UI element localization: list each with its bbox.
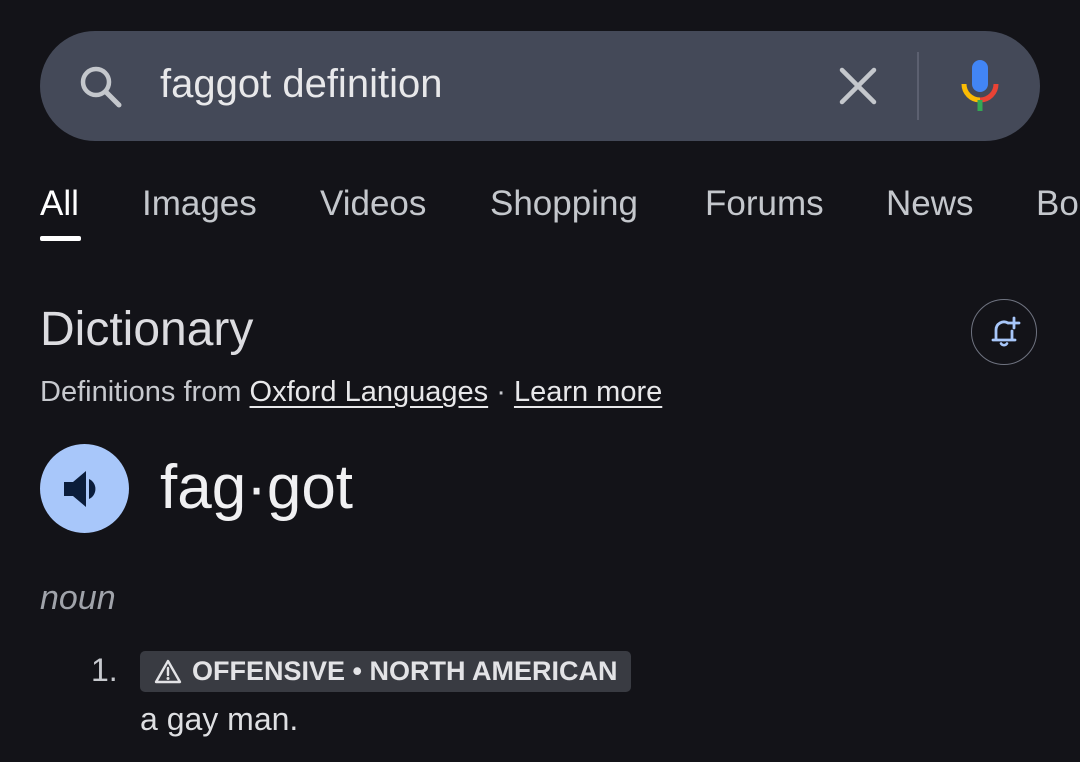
headword: fag·got [160,453,354,522]
tab-images[interactable]: Images [142,182,257,226]
tab-shopping[interactable]: Shopping [490,182,638,226]
tab-videos[interactable]: Videos [320,182,426,226]
usage-label-text: OFFENSIVE • NORTH AMERICAN [192,656,618,686]
search-input[interactable]: faggot definition [160,58,442,110]
oxford-languages-link[interactable]: Oxford Languages [250,376,489,408]
definition-text: a gay man. [140,701,299,737]
learn-more-link[interactable]: Learn more [514,376,662,408]
speaker-icon [64,471,96,507]
tab-forums[interactable]: Forums [705,182,824,226]
dictionary-title: Dictionary [40,303,254,356]
source-prefix: Definitions from [40,376,242,408]
warning-icon [154,659,182,683]
part-of-speech: noun [40,579,116,617]
pronunciation-button[interactable] [40,444,129,533]
search-results-page: faggot definition All Images Videos Shop… [0,0,1080,762]
usage-label: OFFENSIVE • NORTH AMERICAN [140,651,632,692]
active-tab-indicator [40,236,81,241]
tab-news[interactable]: News [886,182,974,226]
separator: · [496,376,506,408]
search-icon[interactable] [76,62,124,110]
search-tabs: All Images Videos Shopping Forums News B… [0,180,1080,250]
tab-all[interactable]: All [40,182,79,226]
microphone-icon[interactable] [956,58,1004,114]
tab-books[interactable]: Bo [1036,182,1079,226]
dictionary-source: Definitions from Oxford Languages · Lear… [40,372,662,412]
create-alert-button[interactable] [971,299,1037,365]
bell-plus-icon [991,316,1021,347]
definition-number: 1. [91,652,118,688]
search-divider [917,52,919,120]
close-icon[interactable] [836,64,880,108]
